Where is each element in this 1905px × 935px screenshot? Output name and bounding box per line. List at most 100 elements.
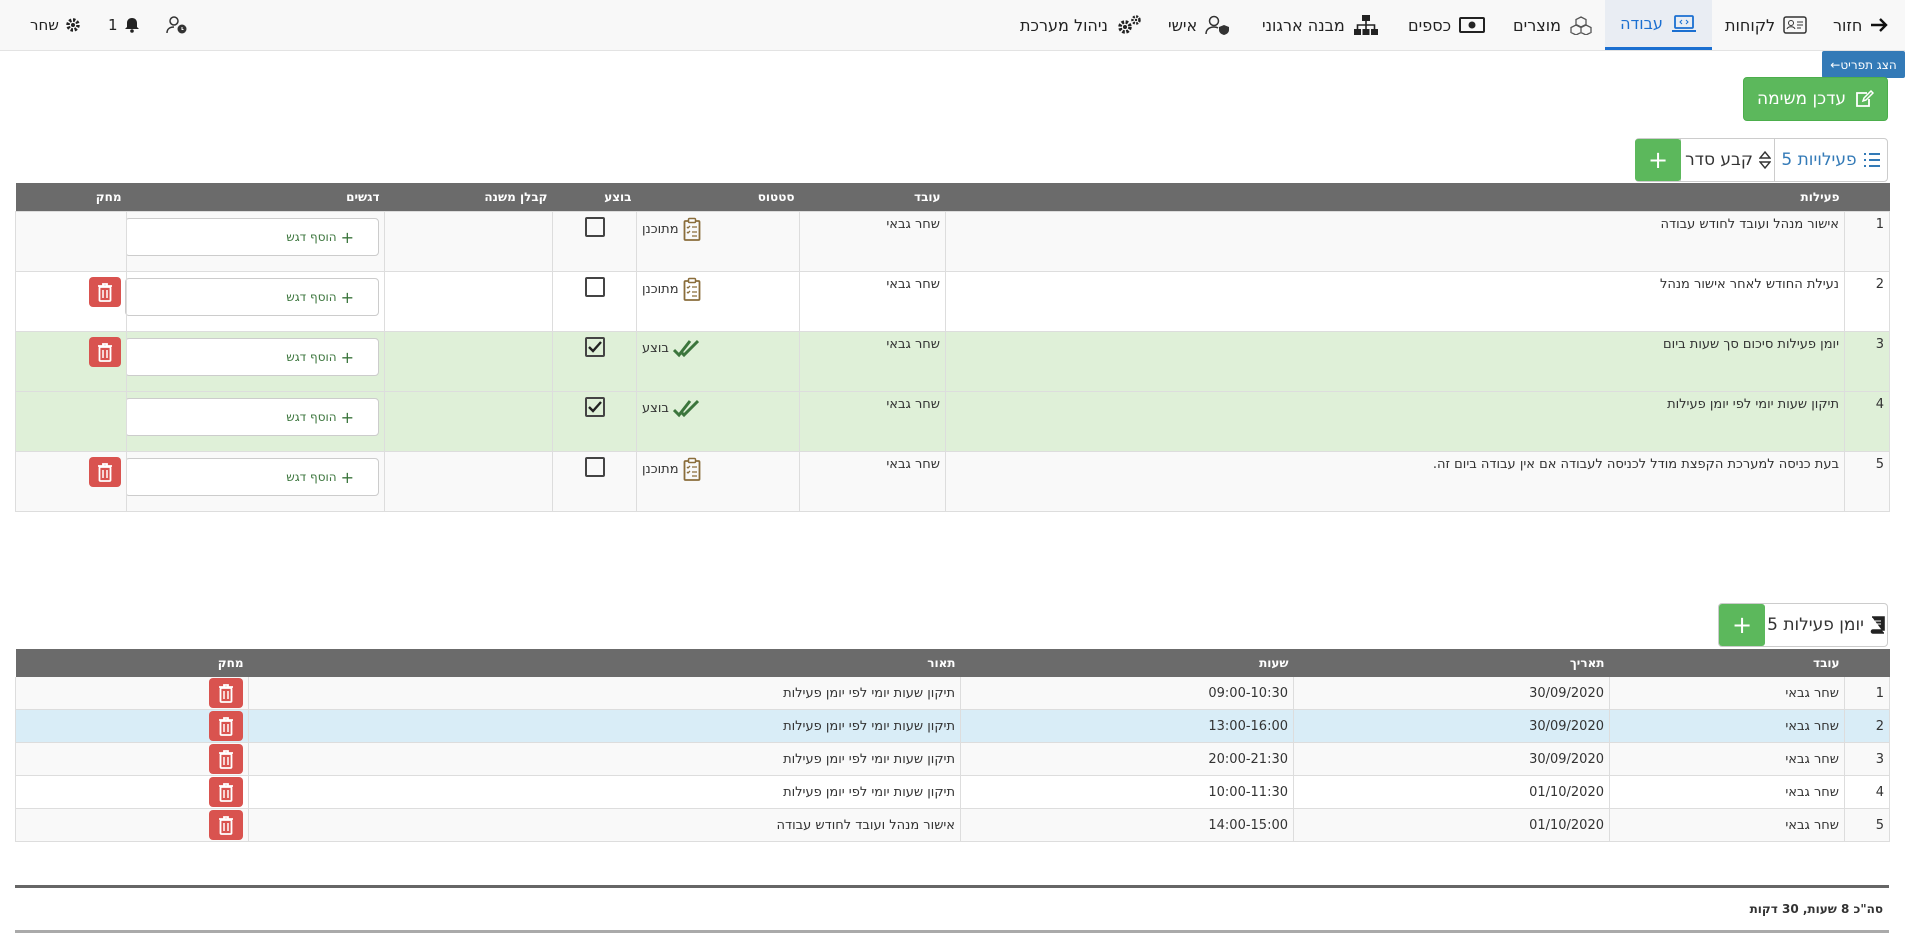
activities-count-button[interactable]: פעילויות 5: [1774, 139, 1887, 181]
user-menu[interactable]: שחר: [30, 0, 81, 50]
bell-icon: [124, 18, 139, 33]
add-note-button[interactable]: + הוסף דגש: [125, 278, 379, 316]
nav-work[interactable]: עבודה: [1605, 0, 1712, 50]
nav-customers[interactable]: לקוחות: [1725, 0, 1807, 50]
log-worker: שחר גבאי: [1609, 775, 1845, 809]
col-done[interactable]: בוצע: [552, 183, 637, 212]
log-desc: תיקון שעות יומי לפי יומן פעילות: [248, 677, 961, 710]
delete-button[interactable]: [209, 678, 243, 708]
activity-notes-cell: + הוסף דגש: [125, 211, 385, 272]
activity-subcontractor: [384, 391, 553, 452]
nav-org[interactable]: מבנה ארגוני: [1262, 0, 1379, 50]
nav-sysadmin[interactable]: ניהול מערכת: [1020, 0, 1142, 50]
activity-status-cell: בוצע: [636, 391, 800, 452]
nav-org-label: מבנה ארגוני: [1262, 15, 1345, 35]
log-col-date[interactable]: תאריך: [1293, 649, 1610, 677]
activity-done-cell: [552, 331, 637, 392]
done-checkbox[interactable]: [584, 397, 605, 417]
activity-row: 1 אישור מנהל ועובד לחודש עבודה שחר גבאי מתו…: [15, 211, 1890, 272]
col-notes[interactable]: דגשים: [126, 183, 385, 212]
user-clock-button[interactable]: [166, 0, 188, 50]
done-checkbox[interactable]: [584, 337, 605, 357]
add-note-button[interactable]: + הוסף דגש: [125, 398, 379, 436]
col-delete[interactable]: מחק: [15, 183, 127, 212]
log-col-worker[interactable]: עובד: [1609, 649, 1845, 677]
trash-icon: [98, 343, 112, 362]
activity-row: 2 נעילת החודש לאחר אישור מנהל שחר גבאי מתוכ…: [15, 271, 1890, 332]
done-checkbox[interactable]: [584, 277, 605, 297]
log-row: 1 שחר גבאי 30/09/2020 09:00-10:30 תיקון שעות…: [15, 677, 1890, 710]
nav-products[interactable]: מוצרים: [1513, 0, 1593, 50]
activity-name: תיקון שעות יומי לפי יומן פעילות: [945, 391, 1845, 452]
log-num: 3: [1844, 742, 1890, 776]
log-count-label: יומן פעילות 5: [1767, 615, 1864, 635]
activities-table: פעילות עובד סטטוס בוצע קבלן משנה דגשים מ…: [15, 183, 1890, 512]
delete-button[interactable]: [209, 711, 243, 741]
show-menu-button[interactable]: הצג תפריט←: [1822, 51, 1905, 78]
delete-button[interactable]: [89, 457, 121, 487]
done-checkbox[interactable]: [584, 217, 605, 237]
nav-products-label: מוצרים: [1513, 15, 1561, 35]
log-worker: שחר גבאי: [1609, 677, 1845, 710]
sort-button[interactable]: קבע סדר: [1680, 139, 1775, 181]
update-task-button[interactable]: עדכן משימה: [1743, 77, 1888, 121]
add-note-label: הוסף דגש: [286, 230, 337, 244]
nav-money[interactable]: כספים: [1408, 0, 1486, 50]
nav-personal[interactable]: אישי: [1168, 0, 1231, 50]
log-worker: שחר גבאי: [1609, 808, 1845, 842]
log-col-hours[interactable]: שעות: [960, 649, 1294, 677]
col-subcontractor[interactable]: קבלן משנה: [384, 183, 553, 212]
user-name: שחר: [30, 16, 59, 34]
money-bill-icon: [1459, 17, 1486, 33]
add-log-button[interactable]: +: [1719, 604, 1765, 646]
book-icon: [1870, 616, 1885, 634]
trash-icon: [219, 750, 233, 769]
activity-num: 1: [1844, 211, 1890, 272]
delete-button[interactable]: [209, 810, 243, 840]
log-count-button[interactable]: יומן פעילות 5: [1765, 604, 1887, 646]
log-col-desc[interactable]: תאור: [248, 649, 961, 677]
log-hours: 13:00-16:00: [960, 709, 1294, 743]
plus-icon: +: [1731, 611, 1753, 639]
log-delete-cell: [15, 775, 249, 809]
activity-row: 5 בעת כניסה למערכת הקפצת מודל לכניסה לעבו…: [15, 451, 1890, 512]
log-date: 01/10/2020: [1293, 775, 1610, 809]
log-hours: 20:00-21:30: [960, 742, 1294, 776]
nav-work-label: עבודה: [1620, 14, 1663, 33]
activity-worker: שחר גבאי: [799, 451, 946, 512]
activity-delete-cell: [15, 211, 127, 272]
done-checkbox[interactable]: [584, 457, 605, 477]
plus-icon: +: [340, 407, 354, 427]
col-status[interactable]: סטטוס: [636, 183, 800, 212]
nav-back[interactable]: חזור: [1833, 0, 1889, 50]
activity-status-cell: מתוכנן: [636, 211, 800, 272]
col-worker[interactable]: עובד: [799, 183, 946, 212]
check-icon: [587, 341, 602, 353]
plus-icon: +: [340, 287, 354, 307]
add-activity-button[interactable]: +: [1635, 139, 1681, 181]
log-header-row: עובד תאריך שעות תאור מחק: [15, 649, 1890, 677]
trash-icon: [219, 684, 233, 703]
sort-icon: [1758, 151, 1771, 169]
notifications-button[interactable]: 1: [108, 0, 140, 50]
activity-status: מתוכנן: [642, 281, 679, 297]
add-note-button[interactable]: + הוסף דגש: [125, 458, 379, 496]
delete-button[interactable]: [209, 777, 243, 807]
activity-subcontractor: [384, 271, 553, 332]
log-col-delete[interactable]: מחק: [15, 649, 249, 677]
delete-button[interactable]: [89, 337, 121, 367]
log-date: 01/10/2020: [1293, 808, 1610, 842]
add-note-button[interactable]: + הוסף דגש: [125, 338, 379, 376]
notification-count: 1: [108, 16, 118, 34]
delete-button[interactable]: [209, 744, 243, 774]
add-note-button[interactable]: + הוסף דגש: [125, 218, 379, 256]
activity-subcontractor: [384, 451, 553, 512]
col-activity[interactable]: פעילות: [945, 183, 1845, 212]
add-note-label: הוסף דגש: [286, 470, 337, 484]
log-num: 2: [1844, 709, 1890, 743]
log-desc: תיקון שעות יומי לפי יומן פעילות: [248, 775, 961, 809]
log-col-num: [1844, 649, 1890, 677]
add-note-label: הוסף דגש: [286, 290, 337, 304]
activity-subcontractor: [384, 331, 553, 392]
delete-button[interactable]: [89, 277, 121, 307]
